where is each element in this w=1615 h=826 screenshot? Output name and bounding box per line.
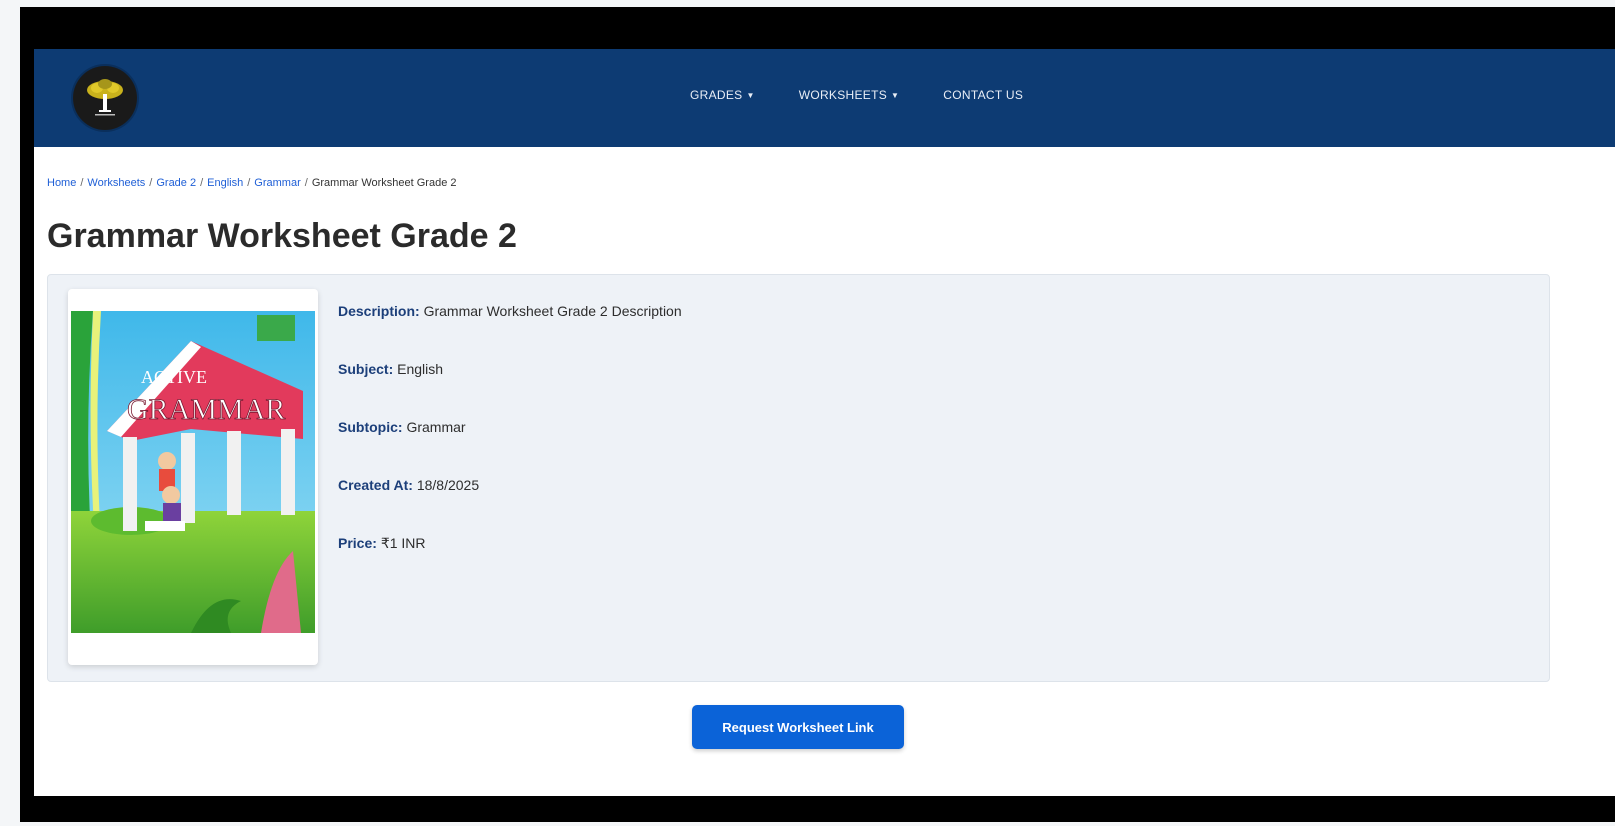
tree-logo-icon <box>74 67 136 129</box>
cover-word-grammar: GRAMMAR <box>127 393 285 426</box>
detail-key: Created At: <box>338 477 413 493</box>
breadcrumb-grade[interactable]: Grade 2 <box>156 177 196 189</box>
nav-grades-label: GRADES <box>690 88 743 102</box>
detail-value: 18/8/2025 <box>416 477 480 493</box>
nav-worksheets[interactable]: WORKSHEETS ▼ <box>799 88 900 102</box>
detail-key: Price: <box>338 535 377 551</box>
detail-description: Description: Grammar Worksheet Grade 2 D… <box>338 303 682 361</box>
nav-grades[interactable]: GRADES ▼ <box>690 88 755 102</box>
page: GRADES ▼ WORKSHEETS ▼ CONTACT US Home / Wo… <box>34 49 1615 796</box>
navbar: GRADES ▼ WORKSHEETS ▼ CONTACT US <box>34 49 1615 147</box>
breadcrumb-subject[interactable]: English <box>207 177 243 189</box>
request-worksheet-link-button[interactable]: Request Worksheet Link <box>692 705 904 749</box>
detail-value: English <box>397 361 444 377</box>
worksheet-details: Description: Grammar Worksheet Grade 2 D… <box>338 303 682 593</box>
detail-key: Description: <box>338 303 420 319</box>
detail-key: Subtopic: <box>338 419 403 435</box>
detail-subtopic: Subtopic: Grammar <box>338 419 682 477</box>
nav-contact-us[interactable]: CONTACT US <box>943 88 1023 102</box>
nav-contact-us-label: CONTACT US <box>943 88 1024 102</box>
detail-created-at: Created At: 18/8/2025 <box>338 477 682 535</box>
breadcrumb-topic[interactable]: Grammar <box>254 177 300 189</box>
site-logo[interactable] <box>73 66 137 130</box>
book-cover-image: ACTIVE GRAMMAR <box>71 311 315 633</box>
chevron-down-icon: ▼ <box>746 90 755 100</box>
nav-worksheets-label: WORKSHEETS <box>798 88 888 102</box>
detail-price: Price: ₹1 INR <box>338 535 682 593</box>
breadcrumb-home[interactable]: Home <box>47 177 76 189</box>
breadcrumb-current: Grammar Worksheet Grade 2 <box>311 177 457 189</box>
detail-key: Subject: <box>338 361 394 377</box>
detail-value: ₹1 INR <box>380 535 426 551</box>
detail-value: Grammar <box>406 419 466 435</box>
worksheet-card: ACTIVE GRAMMAR Description: Grammar Work… <box>47 274 1550 682</box>
main-nav: GRADES ▼ WORKSHEETS ▼ CONTACT US <box>690 88 1023 102</box>
breadcrumb: Home / Worksheets / Grade 2/English / Grammar /… <box>47 177 457 189</box>
chevron-down-icon: ▼ <box>891 90 900 100</box>
detail-value: Grammar Worksheet Grade 2 Description <box>423 303 682 319</box>
breadcrumb-worksheets[interactable]: Worksheets <box>87 177 145 189</box>
page-title: Grammar Worksheet Grade 2 <box>47 217 517 255</box>
cover-word-active: ACTIVE <box>141 367 207 387</box>
detail-subject: Subject: English <box>338 361 682 419</box>
worksheet-cover: ACTIVE GRAMMAR <box>68 289 318 665</box>
